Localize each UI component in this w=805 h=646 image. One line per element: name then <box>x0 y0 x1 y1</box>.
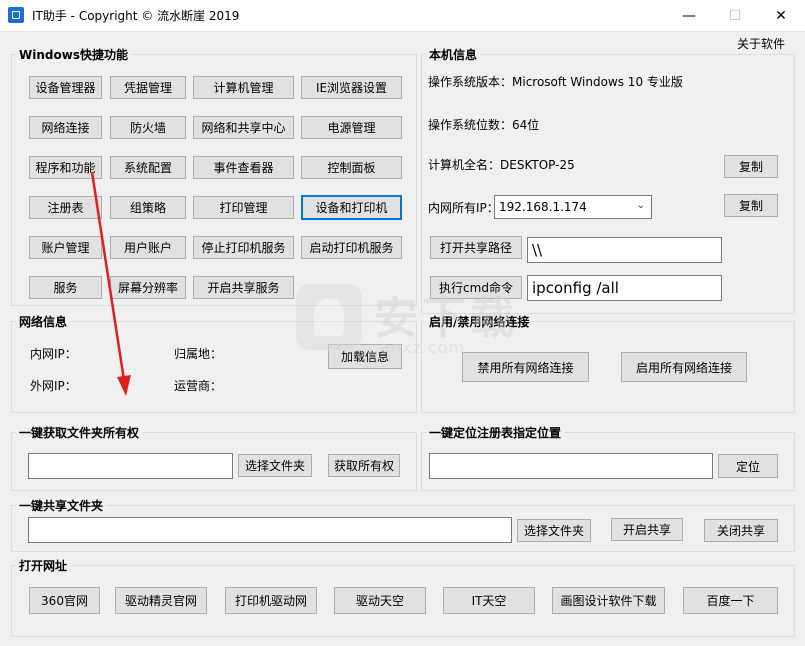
system-config-button[interactable]: 系统配置 <box>110 156 186 179</box>
services-button[interactable]: 服务 <box>29 276 102 299</box>
share-folder-legend: 一键共享文件夹 <box>19 499 104 513</box>
open-urls-legend: 打开网址 <box>19 559 68 573</box>
lan-ip-label: 内网IP： <box>30 347 77 361</box>
copy-ip-button[interactable]: 复制 <box>724 194 778 217</box>
system-info-legend: 本机信息 <box>429 48 478 62</box>
programs-features-button[interactable]: 程序和功能 <box>29 156 102 179</box>
windows-shortcuts-legend: Windows快捷功能 <box>19 48 128 62</box>
credential-manager-button[interactable]: 凭据管理 <box>110 76 186 99</box>
enable-all-connections-button[interactable]: 启用所有网络连接 <box>621 352 747 382</box>
locate-registry-button[interactable]: 定位 <box>718 454 778 478</box>
isp-label: 运营商： <box>174 379 223 393</box>
screen-resolution-button[interactable]: 屏幕分辨率 <box>110 276 186 299</box>
network-connection-toggle-legend: 启用/禁用网络连接 <box>429 315 530 329</box>
stop-spooler-button[interactable]: 停止打印机服务 <box>193 236 294 259</box>
copy-computer-name-button[interactable]: 复制 <box>724 155 778 178</box>
title-bar: IT助手 - Copyright © 流水断崖 2019 — ☐ ✕ <box>0 0 805 32</box>
print-management-button[interactable]: 打印管理 <box>193 196 294 219</box>
enable-sharing-service-button[interactable]: 开启共享服务 <box>193 276 294 299</box>
computer-name-text: 计算机全名：DESKTOP-25 <box>428 158 575 172</box>
share-folder-input[interactable] <box>28 517 512 543</box>
url-drivergenius-button[interactable]: 驱动精灵官网 <box>115 587 207 614</box>
location-label: 归属地： <box>174 347 223 361</box>
close-icon[interactable]: ✕ <box>758 0 804 31</box>
event-viewer-button[interactable]: 事件查看器 <box>193 156 294 179</box>
network-connections-button[interactable]: 网络连接 <box>29 116 102 139</box>
chevron-down-icon: ⌄ <box>636 200 645 211</box>
network-sharing-center-button[interactable]: 网络和共享中心 <box>193 116 294 139</box>
control-panel-button[interactable]: 控制面板 <box>301 156 402 179</box>
account-management-button[interactable]: 账户管理 <box>29 236 102 259</box>
os-bits-text: 操作系统位数：64位 <box>428 118 540 132</box>
window-title: IT助手 - Copyright © 流水断崖 2019 <box>32 9 240 23</box>
devices-printers-button[interactable]: 设备和打印机 <box>301 195 402 220</box>
share-select-folder-button[interactable]: 选择文件夹 <box>517 519 591 542</box>
start-spooler-button[interactable]: 启动打印机服务 <box>301 236 402 259</box>
firewall-button[interactable]: 防火墙 <box>110 116 186 139</box>
minimize-icon[interactable]: — <box>666 0 712 31</box>
lan-ips-label: 内网所有IP： <box>428 201 499 215</box>
url-itsk-button[interactable]: IT天空 <box>443 587 535 614</box>
device-manager-button[interactable]: 设备管理器 <box>29 76 102 99</box>
url-qudongtiankong-button[interactable]: 驱动天空 <box>334 587 426 614</box>
disable-all-connections-button[interactable]: 禁用所有网络连接 <box>462 352 589 382</box>
open-share-path-button[interactable]: 打开共享路径 <box>430 236 522 259</box>
url-360-button[interactable]: 360官网 <box>29 587 100 614</box>
take-ownership-button[interactable]: 获取所有权 <box>328 454 400 477</box>
registry-jump-legend: 一键定位注册表指定位置 <box>429 426 562 440</box>
wan-ip-label: 外网IP： <box>30 379 77 393</box>
cmd-input[interactable]: ipconfig /all <box>527 275 722 301</box>
maximize-icon[interactable]: ☐ <box>712 0 758 31</box>
folder-ownership-legend: 一键获取文件夹所有权 <box>19 426 140 440</box>
open-share-button[interactable]: 开启共享 <box>611 518 683 541</box>
power-options-button[interactable]: 电源管理 <box>301 116 402 139</box>
close-share-button[interactable]: 关闭共享 <box>704 519 778 542</box>
os-version-text: 操作系统版本：Microsoft Windows 10 专业版 <box>428 75 683 89</box>
ownership-select-folder-button[interactable]: 选择文件夹 <box>238 454 312 477</box>
user-accounts-button[interactable]: 用户账户 <box>110 236 186 259</box>
ownership-folder-input[interactable] <box>28 453 233 479</box>
lan-ip-select[interactable]: 192.168.1.174 ⌄ <box>494 195 652 219</box>
network-info-legend: 网络信息 <box>19 315 68 329</box>
registry-button[interactable]: 注册表 <box>29 196 102 219</box>
registry-path-input[interactable] <box>429 453 713 479</box>
url-baidu-button[interactable]: 百度一下 <box>683 587 778 614</box>
computer-management-button[interactable]: 计算机管理 <box>193 76 294 99</box>
url-printer-driver-button[interactable]: 打印机驱动网 <box>225 587 317 614</box>
share-path-input[interactable]: \\ <box>527 237 722 263</box>
load-info-button[interactable]: 加载信息 <box>328 344 402 369</box>
lan-ip-select-value: 192.168.1.174 <box>499 200 587 214</box>
group-policy-button[interactable]: 组策略 <box>110 196 186 219</box>
url-design-software-button[interactable]: 画图设计软件下载 <box>552 587 665 614</box>
app-icon <box>8 7 24 23</box>
run-cmd-button[interactable]: 执行cmd命令 <box>430 276 522 299</box>
ie-settings-button[interactable]: IE浏览器设置 <box>301 76 402 99</box>
